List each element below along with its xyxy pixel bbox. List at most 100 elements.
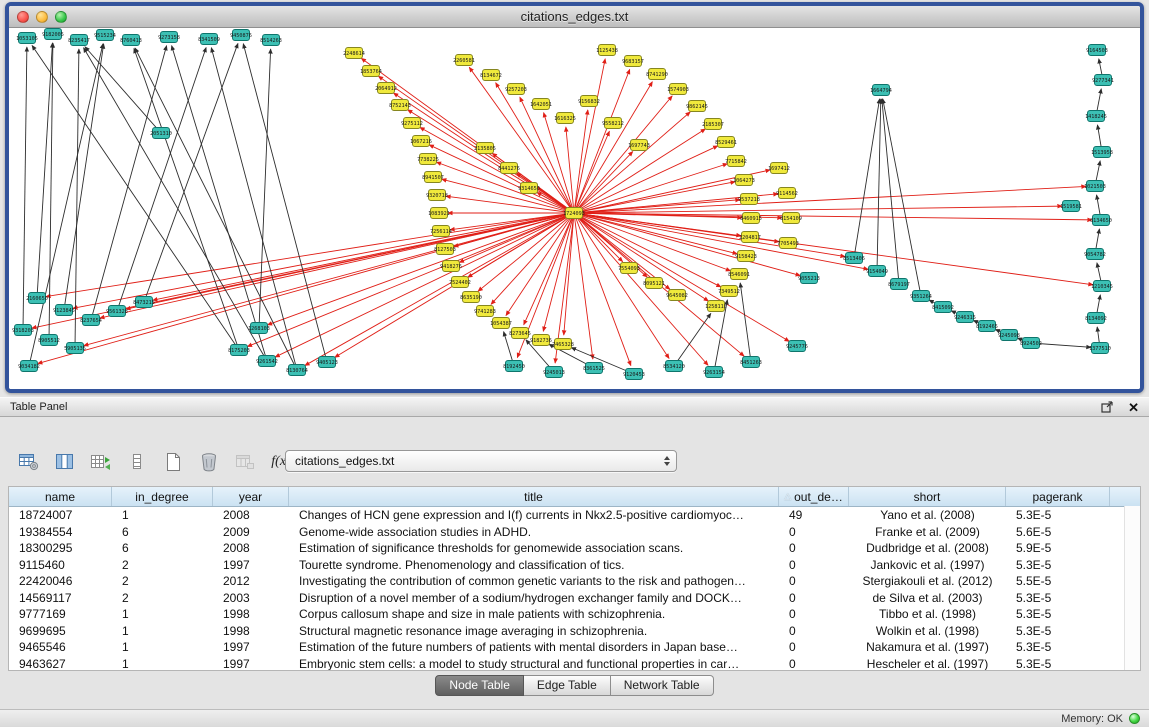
- network-node[interactable]: 9246315: [954, 312, 976, 323]
- network-node[interactable]: 7715842: [725, 156, 747, 167]
- network-node[interactable]: 1513958: [1091, 147, 1113, 158]
- network-node[interactable]: 2204817: [739, 232, 761, 243]
- network-node[interactable]: 9537218: [738, 194, 760, 205]
- network-node[interactable]: 9261542: [256, 356, 278, 367]
- network-node[interactable]: 2260581: [453, 55, 475, 66]
- network-node[interactable]: 9245013: [543, 367, 565, 378]
- network-node[interactable]: 1083921: [428, 208, 450, 219]
- table-row[interactable]: 1938455462009Genome-wide association stu…: [9, 524, 1140, 541]
- network-node[interactable]: 9561328: [106, 306, 128, 317]
- network-node[interactable]: 9245776: [786, 341, 808, 352]
- table-row[interactable]: 969969511998Structural magnetic resonanc…: [9, 623, 1140, 640]
- network-node[interactable]: 9741283: [474, 306, 496, 317]
- network-node[interactable]: 9450876: [230, 30, 252, 41]
- network-window[interactable]: citations_edges.txt 17240932248614185376…: [5, 2, 1144, 393]
- network-node[interactable]: 1853764: [360, 66, 382, 77]
- network-node[interactable]: 9320718: [426, 190, 448, 201]
- network-node[interactable]: 8546091: [728, 269, 750, 280]
- new-document-icon[interactable]: [160, 449, 186, 475]
- network-node[interactable]: 9645082: [666, 290, 688, 301]
- tab-edge-table[interactable]: Edge Table: [524, 675, 611, 696]
- network-node[interactable]: 9182005: [42, 29, 64, 40]
- network-node[interactable]: 2051310: [150, 128, 172, 139]
- network-node[interactable]: 8679197: [888, 279, 910, 290]
- close-button[interactable]: [17, 11, 29, 23]
- network-node[interactable]: 8905512: [38, 335, 60, 346]
- merge-table-icon[interactable]: [232, 449, 258, 475]
- network-node[interactable]: 8514263: [260, 35, 282, 46]
- network-node[interactable]: 9054782: [1084, 249, 1106, 260]
- network-node[interactable]: 8534120: [663, 361, 685, 372]
- network-node[interactable]: 1053105: [16, 33, 38, 44]
- float-panel-icon[interactable]: [1101, 401, 1114, 413]
- network-node[interactable]: 9314650: [518, 183, 540, 194]
- network-node[interactable]: 9158423: [735, 251, 757, 262]
- column-header-title[interactable]: title: [289, 487, 779, 506]
- network-node[interactable]: 8941507: [422, 172, 444, 183]
- network-node[interactable]: 1574903: [667, 84, 689, 95]
- network-node[interactable]: 7554093: [618, 263, 640, 274]
- network-node[interactable]: 1054387: [490, 318, 512, 329]
- network-node[interactable]: 5905135: [64, 343, 86, 354]
- table-select[interactable]: citations_edges.txt: [285, 450, 677, 472]
- table-row[interactable]: 946362711997Embryonic stem cells: a mode…: [9, 656, 1140, 672]
- network-node[interactable]: 9683157: [622, 56, 644, 67]
- network-node[interactable]: 8192465: [976, 321, 998, 332]
- network-node[interactable]: 9405123: [316, 357, 338, 368]
- table-row[interactable]: 977716911998Corpus callosum shape and si…: [9, 606, 1140, 623]
- column-header-short[interactable]: short: [849, 487, 1006, 506]
- network-node[interactable]: 9120453: [623, 369, 645, 380]
- network-node[interactable]: 8529461: [715, 137, 737, 148]
- tab-network-table[interactable]: Network Table: [611, 675, 714, 696]
- network-node[interactable]: 9123845: [53, 305, 75, 316]
- network-node[interactable]: 1616325: [554, 113, 576, 124]
- network-node[interactable]: 1519581: [1060, 201, 1082, 212]
- network-node[interactable]: 9114562: [776, 188, 798, 199]
- network-node[interactable]: 8154109: [780, 213, 802, 224]
- network-node[interactable]: 8127503: [434, 244, 456, 255]
- network-node[interactable]: 8635190: [460, 292, 482, 303]
- row-height-icon[interactable]: [124, 449, 150, 475]
- network-node[interactable]: 9273158: [158, 32, 180, 43]
- table-row[interactable]: 1830029562008Estimation of significance …: [9, 540, 1140, 557]
- network-node[interactable]: 8341509: [198, 34, 220, 45]
- column-header-year[interactable]: year: [213, 487, 289, 506]
- network-node[interactable]: 2135805: [474, 143, 496, 154]
- network-node[interactable]: 1418245: [1085, 111, 1107, 122]
- network-node[interactable]: 9558212: [602, 118, 624, 129]
- tab-node-table[interactable]: Node Table: [435, 675, 524, 696]
- table-row[interactable]: 2242004622012Investigating the contribut…: [9, 573, 1140, 590]
- network-node[interactable]: 8415092: [932, 302, 954, 313]
- delete-table-icon[interactable]: [196, 449, 222, 475]
- table-row[interactable]: 946554611997Estimation of the future num…: [9, 639, 1140, 656]
- network-node[interactable]: 8134672: [480, 70, 502, 81]
- column-header-pagerank[interactable]: pagerank: [1006, 487, 1110, 506]
- network-node[interactable]: 7349512: [718, 286, 740, 297]
- network-node[interactable]: 9277341: [1092, 75, 1114, 86]
- network-node[interactable]: 9515234: [94, 30, 116, 41]
- network-node[interactable]: 8460915: [740, 213, 762, 224]
- close-panel-icon[interactable]: ✕: [1128, 401, 1139, 414]
- network-node[interactable]: 8130764: [286, 365, 308, 376]
- network-node[interactable]: 9418276: [440, 261, 462, 272]
- import-table-icon[interactable]: [16, 449, 42, 475]
- network-node[interactable]: 7524402: [449, 277, 471, 288]
- zoom-button[interactable]: [55, 11, 67, 23]
- network-node[interactable]: 2160650: [26, 293, 48, 304]
- network-node[interactable]: 8513406: [843, 253, 865, 264]
- network-node[interactable]: 9275112: [401, 118, 423, 129]
- table-row[interactable]: 1872400712008Changes of HCN gene express…: [9, 507, 1140, 524]
- network-node[interactable]: 1067216: [410, 136, 432, 147]
- network-node[interactable]: 1377510: [1089, 343, 1111, 354]
- network-node[interactable]: 7256114: [430, 226, 452, 237]
- network-node[interactable]: 7705493: [777, 238, 799, 249]
- network-node[interactable]: 1664794: [870, 85, 892, 96]
- network-node[interactable]: 9245098: [998, 330, 1020, 341]
- table-row[interactable]: 1456911722003Disruption of a novel membe…: [9, 590, 1140, 607]
- network-node[interactable]: 1268103: [248, 323, 270, 334]
- network-node[interactable]: 8134092: [1085, 313, 1107, 324]
- network-node[interactable]: 1021503: [1084, 181, 1106, 192]
- network-node[interactable]: 9034182: [18, 361, 40, 372]
- network-node[interactable]: 1724093: [563, 208, 585, 219]
- network-node[interactable]: 9154049: [866, 266, 888, 277]
